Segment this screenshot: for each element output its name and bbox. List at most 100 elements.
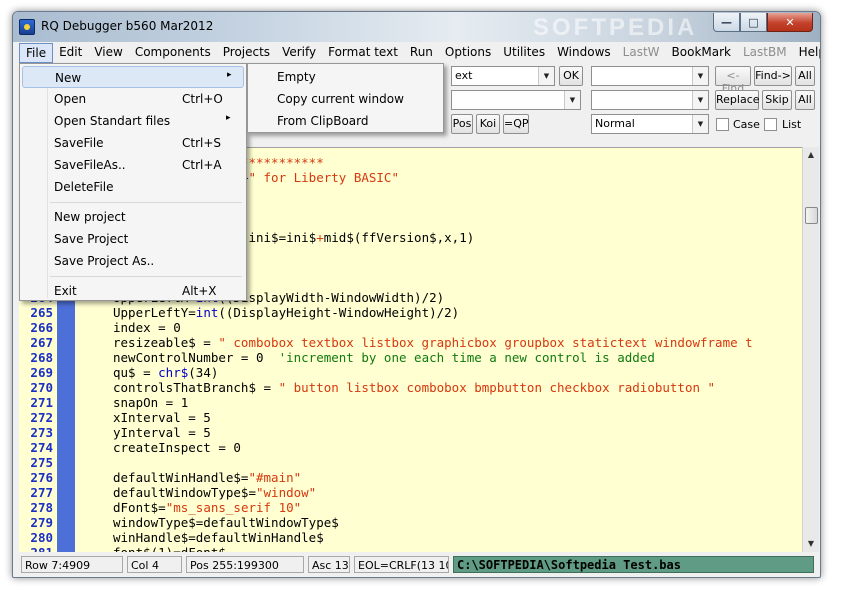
code-line[interactable]: 273 yInterval = 5 [19, 425, 802, 440]
code-line[interactable]: 271 snapOn = 1 [19, 395, 802, 410]
code-line[interactable]: 278 dFont$="ms_sans_serif 10" [19, 500, 802, 515]
file-menu-exit[interactable]: Exit Alt+X [22, 280, 244, 302]
menu-item-shortcut: Ctrl+A [182, 158, 222, 172]
new-submenu-empty[interactable]: Empty [250, 66, 441, 88]
file-menu-new-project[interactable]: New project [22, 206, 244, 228]
menu-lastw[interactable]: LastW [617, 43, 666, 63]
list-checkbox[interactable] [764, 118, 777, 131]
status-col: Col 4 [127, 556, 182, 573]
chevron-down-icon[interactable]: ▼ [692, 91, 708, 109]
file-menu-save-project[interactable]: Save Project [22, 228, 244, 250]
find-prev-button[interactable]: <-Find [715, 66, 751, 95]
code-line[interactable]: 265 UpperLeftY=int((DisplayHeight-WindowH… [19, 305, 802, 320]
line-number: 276 [30, 470, 53, 485]
code-text: UpperLeftY=int((DisplayHeight-WindowHeig… [113, 305, 459, 320]
code-text: resizeable$ = " combobox textbox listbox… [113, 335, 753, 350]
style-combo[interactable]: Normal ▼ [591, 114, 709, 134]
new-submenu-from-clipboard[interactable]: From ClipBoard [250, 110, 441, 132]
skip-button[interactable]: Skip [762, 90, 792, 110]
code-line[interactable]: 279 windowType$=defaultWindowType$ [19, 515, 802, 530]
qp-button[interactable]: =QP [503, 114, 529, 134]
koi-button[interactable]: Koi [476, 114, 500, 134]
menu-item-label: Open [54, 92, 87, 106]
chevron-down-icon[interactable]: ▼ [692, 115, 708, 133]
replace-button[interactable]: Replace [715, 90, 760, 110]
minimize-button[interactable]: — [713, 13, 740, 32]
line-number: 278 [30, 500, 53, 515]
menu-edit[interactable]: Edit [53, 43, 88, 63]
code-text: font$(1)=dFont$ [113, 545, 226, 552]
submenu-arrow-icon: ▸ [226, 113, 231, 123]
menu-lastbm[interactable]: LastBM [737, 43, 793, 63]
code-text: controlsThatBranch$ = " button listbox c… [113, 380, 715, 395]
title-bar[interactable]: RQ Debugger b560 Mar2012 SOFTPEDIA — □ ✕ [13, 12, 820, 42]
code-line[interactable]: 275 [19, 455, 802, 470]
code-text: defaultWinHandle$="#main" [113, 470, 301, 485]
code-line[interactable]: 268 newControlNumber = 0 'increment by on… [19, 350, 802, 365]
format-combo[interactable]: ext ▼ [451, 66, 555, 86]
case-checkbox[interactable] [716, 118, 729, 131]
code-line[interactable]: 269 qu$ = chr$(34) [19, 365, 802, 380]
menu-view[interactable]: View [88, 43, 128, 63]
menu-help[interactable]: Help [793, 43, 820, 63]
menu-options[interactable]: Options [439, 43, 497, 63]
ok-button[interactable]: OK [559, 66, 583, 86]
file-menu-new[interactable]: New ▸ [22, 66, 244, 88]
menu-windows[interactable]: Windows [551, 43, 617, 63]
scroll-thumb[interactable] [805, 207, 818, 224]
code-line[interactable]: 280 winHandle$=defaultWinHandle$ [19, 530, 802, 545]
chevron-down-icon[interactable]: ▼ [564, 91, 580, 109]
code-text: createInspect = 0 [113, 440, 241, 455]
code-line[interactable]: 267 resizeable$ = " combobox textbox list… [19, 335, 802, 350]
menu-item-shortcut: Ctrl+O [182, 92, 223, 106]
file-menu-open[interactable]: Open Ctrl+O [22, 88, 244, 110]
menu-item-shortcut: Ctrl+S [182, 136, 222, 150]
menu-run[interactable]: Run [404, 43, 439, 63]
file-menu-save-project-as[interactable]: Save Project As.. [22, 250, 244, 272]
status-asc: Asc 13 [308, 556, 350, 573]
chevron-down-icon[interactable]: ▼ [692, 67, 708, 85]
code-token: yInterval = 5 [113, 425, 211, 440]
find-all-button[interactable]: All [795, 66, 815, 86]
chevron-down-icon[interactable]: ▼ [538, 67, 554, 85]
find-next-button[interactable]: Find-> [754, 66, 792, 86]
new-submenu-copy-current-window[interactable]: Copy current window [250, 88, 441, 110]
submenu-arrow-icon: ▸ [227, 70, 232, 80]
find-combo[interactable]: ▼ [591, 66, 709, 86]
menu-item-label: New [55, 71, 82, 85]
code-line[interactable]: 274 createInspect = 0 [19, 440, 802, 455]
menu-item-label: DeleteFile [54, 180, 114, 194]
file-menu-open-standart-files[interactable]: Open Standart files ▸ [22, 110, 244, 132]
code-line[interactable]: 277 defaultWindowType$="window" [19, 485, 802, 500]
menu-format-text[interactable]: Format text [322, 43, 404, 63]
menu-utilites[interactable]: Utilites [497, 43, 551, 63]
menu-projects[interactable]: Projects [217, 43, 276, 63]
menu-file[interactable]: File [19, 43, 54, 63]
file-menu-savefile[interactable]: SaveFile Ctrl+S [22, 132, 244, 154]
pos-button[interactable]: Pos [451, 114, 473, 134]
menu-verify[interactable]: Verify [276, 43, 322, 63]
code-line[interactable]: 270 controlsThatBranch$ = " button listbo… [19, 380, 802, 395]
secondary-combo[interactable]: ▼ [451, 90, 581, 110]
menu-components[interactable]: Components [129, 43, 217, 63]
app-icon[interactable] [19, 19, 35, 35]
maximize-button[interactable]: □ [740, 13, 767, 32]
code-line[interactable]: 272 xInterval = 5 [19, 410, 802, 425]
vertical-scrollbar[interactable]: ▲ ▼ [802, 147, 819, 552]
code-line[interactable]: 266 index = 0 [19, 320, 802, 335]
code-line[interactable]: 276 defaultWinHandle$="#main" [19, 470, 802, 485]
window-title: RQ Debugger b560 Mar2012 [41, 19, 214, 33]
code-token: " button listbox combobox bmpbutton chec… [278, 380, 716, 395]
close-button[interactable]: ✕ [767, 13, 813, 32]
line-number: 280 [30, 530, 53, 545]
menu-bookmark[interactable]: BookMark [666, 43, 737, 63]
replace-all-button[interactable]: All [795, 90, 815, 110]
file-menu-deletefile[interactable]: DeleteFile [22, 176, 244, 198]
replace-combo[interactable]: ▼ [591, 90, 709, 110]
scroll-down-icon[interactable]: ▼ [803, 536, 819, 552]
scroll-up-icon[interactable]: ▲ [803, 147, 819, 163]
file-menu-savefileas[interactable]: SaveFileAs.. Ctrl+A [22, 154, 244, 176]
line-number: 281 [19, 545, 53, 552]
code-line[interactable]: 281 font$(1)=dFont$ [19, 545, 802, 552]
code-text: yInterval = 5 [113, 425, 211, 440]
